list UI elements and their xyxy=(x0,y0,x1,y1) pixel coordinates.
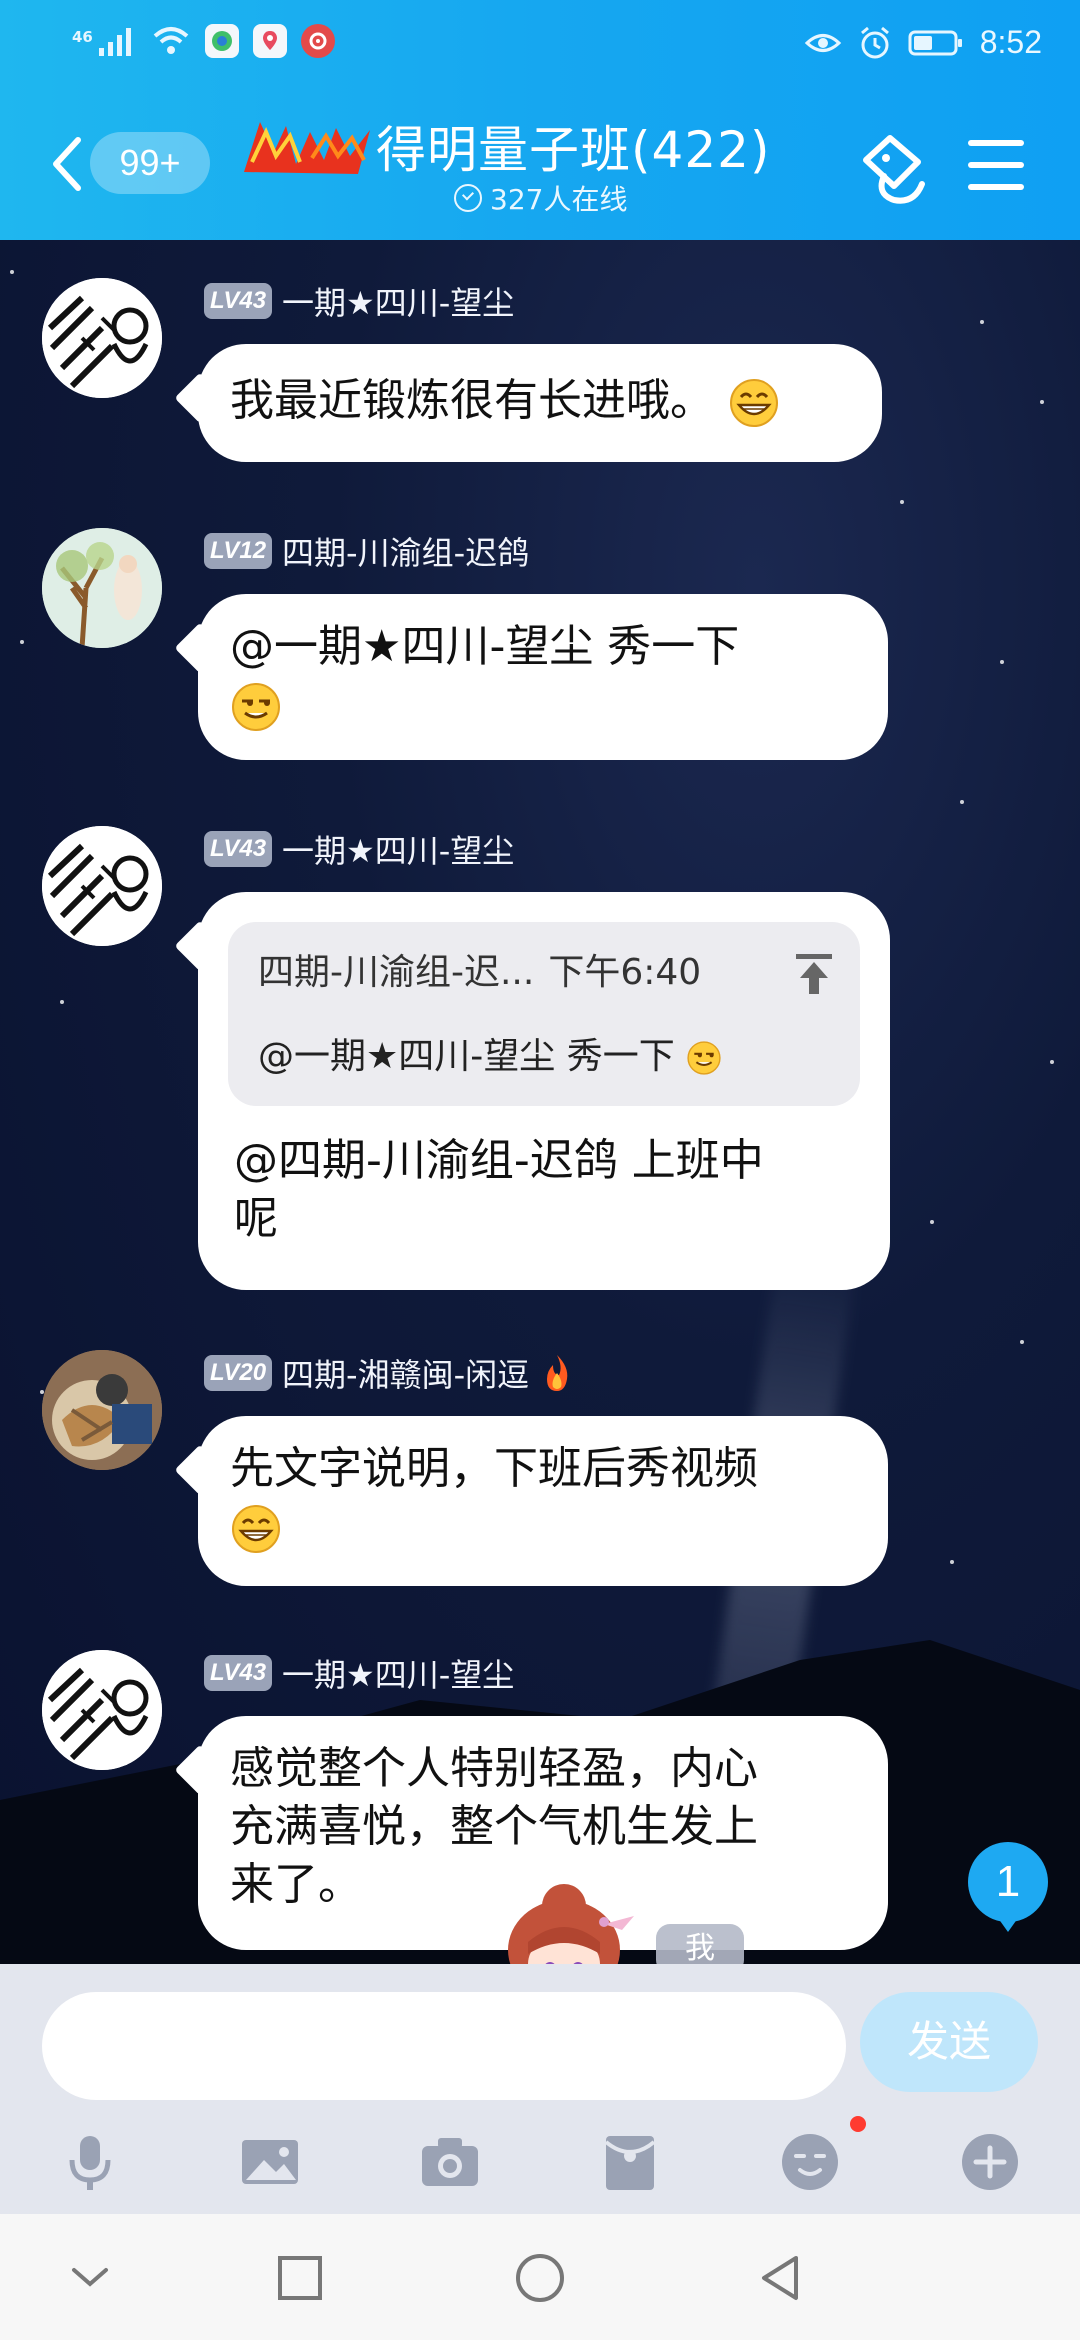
status-bar: 46 8:52 xyxy=(0,0,1080,90)
avatar-drawing-icon xyxy=(42,826,162,946)
message-meta: LV43 一期★四川-望尘 xyxy=(204,278,514,324)
message-text: 充满喜悦，整个气机生发上 xyxy=(230,1801,758,1852)
level-badge: LV43 xyxy=(204,831,273,867)
emoji-icon[interactable] xyxy=(778,2130,842,2194)
avatar-photo-icon xyxy=(42,1350,162,1470)
message-bubble[interactable]: 先文字说明，下班后秀视频 xyxy=(198,1416,888,1586)
alarm-icon xyxy=(860,26,889,58)
smirk-emoji-icon xyxy=(232,683,280,731)
user-avatar[interactable] xyxy=(42,1350,162,1470)
menu-line xyxy=(968,162,1024,168)
quote-time: 下午6:40 xyxy=(548,952,702,993)
level-badge: LV12 xyxy=(204,533,273,569)
message-meta: LV43 一期★四川-望尘 xyxy=(204,1650,514,1696)
message-meta: LV20 四期-湘赣闽-闲逗 xyxy=(204,1350,575,1396)
sender-nickname[interactable]: 一期★四川-望尘 xyxy=(282,278,514,324)
jump-to-quote-icon[interactable] xyxy=(794,952,834,996)
plus-more-icon[interactable] xyxy=(958,2130,1022,2194)
fire-icon xyxy=(547,1355,568,1391)
online-check-icon xyxy=(454,184,482,212)
message-bubble[interactable]: @一期★四川-望尘 秀一下 xyxy=(198,594,888,760)
quote-header: 四期-川渝组-迟... 下午6:40 xyxy=(258,944,830,1002)
grin-emoji-icon xyxy=(730,379,778,427)
message-text: @四期-川渝组-迟鸽 上班中 xyxy=(234,1135,764,1186)
red-packet-icon[interactable] xyxy=(598,2130,662,2194)
message-meta: LV12 四期-川渝组-迟鸽 xyxy=(204,528,529,574)
group-link-icon[interactable] xyxy=(856,132,932,208)
cellular-signal-icon xyxy=(98,28,131,56)
online-count-text: 327人在线 xyxy=(490,183,628,216)
image-icon[interactable] xyxy=(238,2130,302,2194)
status-right-group: 8:52 xyxy=(804,24,1042,61)
grin-emoji-icon xyxy=(232,1505,280,1553)
back-chevron-icon[interactable] xyxy=(46,134,86,194)
level-badge: LV43 xyxy=(204,1655,273,1691)
avatar-drawing-icon xyxy=(42,1650,162,1770)
battery-icon xyxy=(908,30,962,55)
send-button[interactable]: 发送 xyxy=(860,1992,1038,2092)
group-title[interactable]: 得明量子班(422) xyxy=(376,110,770,182)
message-meta: LV43 一期★四川-望尘 xyxy=(204,826,514,872)
network-type: 46 xyxy=(72,28,93,46)
message-text: @一期★四川-望尘 秀一下 xyxy=(230,621,740,672)
sender-nickname[interactable]: 四期-川渝组-迟鸽 xyxy=(282,528,529,574)
sender-nickname[interactable]: 四期-湘赣闽-闲逗 xyxy=(282,1350,529,1396)
message-input-panel: 发送 xyxy=(0,1964,1080,2214)
message-input[interactable] xyxy=(42,1992,846,2100)
menu-line xyxy=(968,184,1024,190)
menu-icon[interactable] xyxy=(968,140,1024,190)
menu-line xyxy=(968,140,1024,146)
message-text: 感觉整个人特别轻盈，内心 xyxy=(230,1743,758,1794)
sender-nickname[interactable]: 一期★四川-望尘 xyxy=(282,826,514,872)
quoted-reply[interactable]: 四期-川渝组-迟... 下午6:40 @一期★四川-望尘 秀一下 xyxy=(228,922,860,1106)
map-app-icon xyxy=(252,24,287,58)
message-text: 先文字说明，下班后秀视频 xyxy=(230,1443,758,1494)
microphone-icon[interactable] xyxy=(58,2130,122,2194)
avatar-painting-icon xyxy=(42,528,162,648)
quote-text-row: @一期★四川-望尘 秀一下 xyxy=(258,1028,830,1086)
chat-header: 46 8:52 99+ 得明量子班(422) 327人在线 xyxy=(0,0,1080,240)
level-badge: LV20 xyxy=(204,1355,273,1391)
quote-text: @一期★四川-望尘 秀一下 xyxy=(258,1036,675,1077)
message-text: 我最近锻炼很有长进哦。 xyxy=(230,375,714,426)
user-avatar[interactable] xyxy=(42,826,162,946)
message-bubble[interactable]: 我最近锻炼很有长进哦。 xyxy=(198,344,882,462)
user-avatar[interactable] xyxy=(42,278,162,398)
chat-message-area[interactable]: LV43 一期★四川-望尘 我最近锻炼很有长进哦。 LV12 四期-川渝组-迟鸽… xyxy=(0,240,1080,1964)
eye-comfort-icon xyxy=(804,33,841,52)
message-bubble[interactable]: 四期-川渝组-迟... 下午6:40 @一期★四川-望尘 秀一下 @四期-川渝组… xyxy=(198,892,890,1290)
level-badge: LV43 xyxy=(204,283,273,319)
online-status[interactable]: 327人在线 xyxy=(454,178,627,218)
input-toolbar xyxy=(0,2124,1080,2204)
new-message-count-bubble[interactable]: 1 xyxy=(968,1842,1048,1932)
user-avatar[interactable] xyxy=(42,1650,162,1770)
emoji-new-dot xyxy=(850,2116,866,2132)
group-logo-icon xyxy=(244,122,370,174)
sender-nickname[interactable]: 一期★四川-望尘 xyxy=(282,1650,514,1696)
app-notification-icon xyxy=(204,24,239,58)
hide-keyboard-chevron-icon[interactable] xyxy=(64,2252,116,2304)
camera-icon[interactable] xyxy=(418,2130,482,2194)
unread-badge[interactable]: 99+ xyxy=(90,132,210,194)
user-avatar[interactable] xyxy=(42,528,162,648)
avatar-drawing-icon xyxy=(42,278,162,398)
message-text: 呢 xyxy=(234,1193,278,1244)
wifi-icon xyxy=(153,27,189,54)
home-circle-icon[interactable] xyxy=(514,2252,566,2304)
music-app-icon xyxy=(300,24,335,58)
recent-apps-square-icon[interactable] xyxy=(274,2252,326,2304)
status-left-group: 46 xyxy=(72,24,335,58)
system-navigation-bar xyxy=(0,2214,1080,2340)
quote-sender: 四期-川渝组-迟... xyxy=(258,952,535,993)
clock-time: 8:52 xyxy=(979,24,1042,60)
back-triangle-icon[interactable] xyxy=(754,2252,806,2304)
smirk-emoji-icon xyxy=(687,1041,721,1075)
